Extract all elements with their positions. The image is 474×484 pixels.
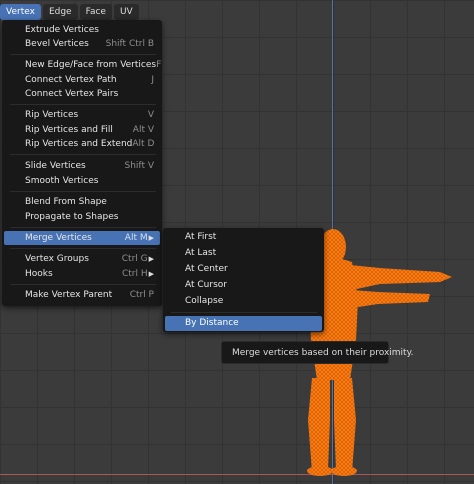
menu-item-make-vertex-parent[interactable]: Make Vertex Parent Ctrl P bbox=[4, 288, 160, 302]
menu-item-shortcut: Alt V bbox=[132, 125, 154, 135]
shortcut-text: Alt M bbox=[124, 233, 148, 243]
menu-item-label: Merge Vertices bbox=[25, 233, 92, 243]
tooltip: Merge vertices based on their proximity. bbox=[221, 341, 414, 364]
merge-vertices-submenu: At First At Last At Center At Cursor Col… bbox=[163, 228, 324, 332]
menu-item-slide-vertices[interactable]: Slide Vertices Shift V bbox=[4, 159, 160, 173]
menu-item-shortcut: Ctrl H ▶ bbox=[122, 267, 160, 281]
submenu-item-label: By Distance bbox=[185, 318, 239, 328]
menu-item-hooks[interactable]: Hooks Ctrl H ▶ bbox=[4, 267, 160, 281]
menu-item-label: Bevel Vertices bbox=[25, 39, 89, 49]
menu-item-label: Connect Vertex Path bbox=[25, 75, 117, 85]
triangle-right-icon: ▶ bbox=[148, 270, 154, 278]
menu-item-bevel-vertices[interactable]: Bevel Vertices Shift Ctrl B bbox=[4, 37, 160, 51]
menu-item-smooth-vertices[interactable]: Smooth Vertices bbox=[4, 174, 160, 188]
menu-item-label: Slide Vertices bbox=[25, 161, 86, 171]
menu-item-label: Rip Vertices bbox=[25, 110, 79, 120]
triangle-right-icon: ▶ bbox=[148, 234, 154, 242]
triangle-right-icon: ▶ bbox=[148, 255, 154, 263]
menu-item-rip-vertices[interactable]: Rip Vertices V bbox=[4, 108, 160, 122]
editor-menubar: Vertex Edge Face UV bbox=[0, 4, 141, 21]
menu-item-blend-from-shape[interactable]: Blend From Shape bbox=[4, 195, 160, 209]
submenu-item-by-distance[interactable]: By Distance bbox=[165, 316, 322, 331]
menu-item-label: Make Vertex Parent bbox=[25, 290, 113, 300]
menu-item-label: Blend From Shape bbox=[25, 197, 107, 207]
menu-item-shortcut: F bbox=[156, 60, 162, 70]
menu-face[interactable]: Face bbox=[79, 4, 112, 20]
menu-item-shortcut: Alt M ▶ bbox=[125, 231, 160, 245]
menu-item-merge-vertices[interactable]: Merge Vertices Alt M ▶ bbox=[4, 231, 160, 245]
menu-item-vertex-groups[interactable]: Vertex Groups Ctrl G ▶ bbox=[4, 252, 160, 266]
menu-item-shortcut: Ctrl P bbox=[129, 290, 154, 300]
menu-item-rip-vertices-extend[interactable]: Rip Vertices and Extend Alt D bbox=[4, 137, 160, 151]
menu-item-label: Vertex Groups bbox=[25, 254, 89, 264]
menu-item-shortcut: Shift V bbox=[124, 161, 154, 171]
menu-separator bbox=[10, 284, 156, 285]
menu-separator bbox=[10, 227, 156, 228]
menu-item-label: Rip Vertices and Extend bbox=[25, 139, 133, 149]
menu-separator bbox=[10, 104, 156, 105]
submenu-item-label: At Cursor bbox=[185, 280, 227, 290]
submenu-item-label: At Center bbox=[185, 264, 228, 274]
menu-item-label: Propagate to Shapes bbox=[25, 212, 119, 222]
menu-item-shortcut: Shift Ctrl B bbox=[105, 39, 154, 49]
menu-item-connect-vertex-pairs[interactable]: Connect Vertex Pairs bbox=[4, 87, 160, 101]
menu-separator bbox=[10, 54, 156, 55]
menu-separator bbox=[10, 248, 156, 249]
shortcut-text: Ctrl H bbox=[121, 269, 148, 279]
menu-item-rip-vertices-fill[interactable]: Rip Vertices and Fill Alt V bbox=[4, 123, 160, 137]
menu-item-label: Rip Vertices and Fill bbox=[25, 125, 113, 135]
submenu-item-at-cursor[interactable]: At Cursor bbox=[165, 278, 322, 293]
menu-item-propagate-to-shapes[interactable]: Propagate to Shapes bbox=[4, 210, 160, 224]
menu-item-shortcut: Alt D bbox=[132, 139, 155, 149]
submenu-item-label: At First bbox=[185, 232, 217, 242]
submenu-item-at-center[interactable]: At Center bbox=[165, 262, 322, 277]
submenu-item-at-first[interactable]: At First bbox=[165, 230, 322, 245]
tooltip-text: Merge vertices based on their proximity. bbox=[232, 348, 414, 358]
submenu-item-label: Collapse bbox=[185, 296, 224, 306]
menu-edge[interactable]: Edge bbox=[42, 4, 78, 20]
menu-item-shortcut: Ctrl G ▶ bbox=[122, 252, 160, 266]
menu-item-new-edge-face[interactable]: New Edge/Face from Vertices F bbox=[4, 58, 161, 72]
menu-item-shortcut: V bbox=[147, 110, 154, 120]
menu-item-label: Extrude Vertices bbox=[25, 25, 99, 35]
menu-item-label: Hooks bbox=[25, 269, 53, 279]
menu-item-extrude-vertices[interactable]: Extrude Vertices bbox=[4, 23, 160, 37]
menu-item-label: Smooth Vertices bbox=[25, 176, 99, 186]
menu-separator bbox=[10, 154, 156, 155]
vertex-dropdown-menu: Extrude Vertices Bevel Vertices Shift Ct… bbox=[2, 20, 162, 306]
submenu-item-at-last[interactable]: At Last bbox=[165, 246, 322, 261]
submenu-separator bbox=[171, 312, 317, 313]
submenu-item-label: At Last bbox=[185, 248, 217, 258]
menu-separator bbox=[10, 191, 156, 192]
submenu-item-collapse[interactable]: Collapse bbox=[165, 294, 322, 309]
menu-uv[interactable]: UV bbox=[113, 4, 139, 20]
menu-vertex[interactable]: Vertex bbox=[0, 4, 41, 20]
menu-item-connect-vertex-path[interactable]: Connect Vertex Path J bbox=[4, 73, 160, 87]
menu-item-label: Connect Vertex Pairs bbox=[25, 89, 119, 99]
menu-item-shortcut: J bbox=[151, 75, 154, 85]
menu-item-label: New Edge/Face from Vertices bbox=[25, 60, 157, 70]
shortcut-text: Ctrl G bbox=[121, 254, 148, 264]
